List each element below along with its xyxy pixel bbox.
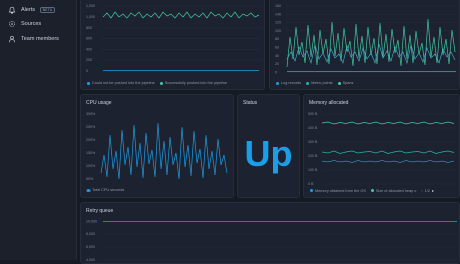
legend-dot [310, 189, 313, 192]
memory-chart: 500 B 400 B 300 B 200 B 100 B 0 B [308, 112, 456, 186]
y-tick: 800 [86, 26, 92, 30]
y-tick: 100 B [308, 168, 318, 172]
y-tick: 300 B [308, 140, 318, 144]
sidebar-item-label: Team members [21, 36, 59, 42]
legend-pager: ‹ 1/2 ▸ [421, 188, 434, 194]
records-chart: 160 140 120 100 80 60 40 20 0 [275, 4, 458, 74]
y-tick: 0 [275, 70, 277, 74]
legend-item[interactable]: Total CPU seconds [87, 188, 124, 192]
legend-dot [306, 81, 310, 85]
y-axis-ticks: 10,000 8,000 6,000 4,000 [86, 220, 97, 263]
y-axis-ticks: 160 140 120 100 80 60 40 20 0 [275, 4, 281, 74]
sidebar-item-sources[interactable]: Sources [8, 18, 41, 30]
y-tick: 10,000 [86, 220, 97, 224]
memory-legend: Memory obtained from the OS Size of allo… [310, 188, 434, 193]
legend-item[interactable]: Metric points [306, 81, 333, 85]
y-axis-ticks: 500 B 400 B 300 B 200 B 100 B 0 B [308, 112, 318, 186]
legend-item[interactable]: Successfully pushed into the pipeline [159, 81, 227, 85]
legend-label: Successfully pushed into the pipeline [164, 81, 227, 85]
y-tick: 4,000 [86, 258, 95, 262]
y-tick: 600 [86, 37, 92, 41]
legend-label: Memory obtained from the OS [315, 188, 366, 193]
panel-title: Status [243, 100, 258, 106]
legend-dot [87, 81, 90, 85]
status-panel: Status Up [237, 94, 300, 198]
beta-badge: BETA [40, 7, 55, 13]
y-tick: 200% [86, 138, 96, 142]
y-tick: 200 [86, 58, 92, 62]
pipeline-legend: Could not be pushed into the pipeline Su… [87, 81, 227, 85]
sidebar-item-alerts[interactable]: Alerts BETA [8, 4, 55, 16]
sidebar: Alerts BETA Sources Team members [0, 0, 77, 260]
y-tick: 140 [275, 12, 281, 16]
legend-label: Log records [281, 81, 302, 85]
legend-item[interactable]: Could not be pushed into the pipeline [87, 81, 155, 85]
y-axis-ticks: 1,200 1,000 800 600 400 200 0 [86, 4, 95, 73]
sources-icon [9, 21, 15, 27]
legend-dot [159, 81, 163, 85]
legend-label: Size of allocated heap o [375, 188, 417, 193]
y-tick: 100% [86, 164, 96, 168]
y-tick: 8,000 [86, 232, 95, 236]
legend-label: Spans [342, 81, 354, 85]
cpu-legend: Total CPU seconds [87, 188, 124, 192]
memory-obtained-line [321, 121, 455, 125]
sidebar-item-label: Sources [21, 21, 42, 27]
y-tick: 6,000 [86, 245, 95, 249]
legend-item[interactable]: Size of allocated heap o [370, 188, 417, 193]
legend-item[interactable]: Log records [276, 81, 301, 85]
y-tick: 20 [275, 62, 279, 66]
sidebar-item-team-members[interactable]: Team members [8, 33, 59, 45]
y-tick: 60 [275, 46, 279, 50]
legend-page-indicator: 1/2 [424, 188, 430, 193]
bell-icon [8, 6, 16, 14]
y-axis-ticks: 300% 250% 200% 150% 100% 50% 0% [86, 112, 96, 193]
legend-dot [337, 81, 341, 85]
total-cpu-line [100, 122, 228, 180]
y-tick: 150% [86, 151, 96, 155]
y-tick: 50% [86, 177, 94, 181]
y-tick: 1,200 [86, 4, 95, 8]
y-tick: 400 [86, 48, 92, 52]
pipeline-chart: 1,200 1,000 800 600 400 200 0 [86, 4, 261, 73]
pipeline-panel: 1,200 1,000 800 600 400 200 0 Could not … [80, 0, 265, 90]
legend-label: Metric points [311, 81, 333, 85]
memory-series-3-line [321, 160, 455, 163]
legend-item[interactable]: Spans [337, 81, 354, 85]
y-tick: 300% [86, 112, 96, 116]
y-tick: 400 B [308, 126, 318, 130]
chevron-left-icon[interactable]: ‹ [421, 189, 422, 193]
retry-queue-panel: Retry queue 10,000 8,000 6,000 4,000 [80, 202, 460, 264]
y-tick: 80 [275, 37, 279, 41]
spans-line [286, 18, 456, 68]
retry-queue-chart: 10,000 8,000 6,000 4,000 [86, 220, 457, 263]
legend-label: Could not be pushed into the pipeline [92, 81, 155, 85]
records-legend: Log records Metric points Spans [276, 81, 353, 85]
legend-dot [87, 188, 90, 192]
y-tick: 120 [275, 21, 281, 25]
y-tick: 160 [275, 4, 281, 8]
legend-dot [276, 81, 279, 85]
memory-panel: Memory allocated 500 B 400 B 300 B 200 B… [303, 94, 460, 198]
y-tick: 250% [86, 125, 96, 129]
records-panel: 160 140 120 100 80 60 40 20 0 Log record… [269, 0, 460, 90]
y-tick: 200 B [308, 154, 318, 158]
y-tick: 500 B [308, 112, 318, 116]
chevron-right-icon[interactable]: ▸ [432, 188, 434, 193]
legend-item[interactable]: Memory obtained from the OS [310, 189, 366, 193]
sidebar-item-label: Alerts [21, 7, 36, 13]
legend-dot [370, 189, 374, 192]
y-tick: 0 B [308, 182, 314, 186]
y-tick: 40 [275, 54, 279, 58]
cpu-chart: 300% 250% 200% 150% 100% 50% 0% [86, 112, 228, 193]
y-tick: 1,000 [86, 15, 95, 19]
status-value: Up [244, 133, 293, 174]
y-tick: 100 [275, 29, 281, 33]
legend-label: Total CPU seconds [92, 188, 125, 192]
heap-allocated-line [321, 150, 455, 154]
cpu-usage-panel: CPU usage 300% 250% 200% 150% 100% 50% 0… [80, 94, 234, 198]
user-icon [9, 35, 15, 43]
y-tick: 0 [86, 69, 88, 73]
